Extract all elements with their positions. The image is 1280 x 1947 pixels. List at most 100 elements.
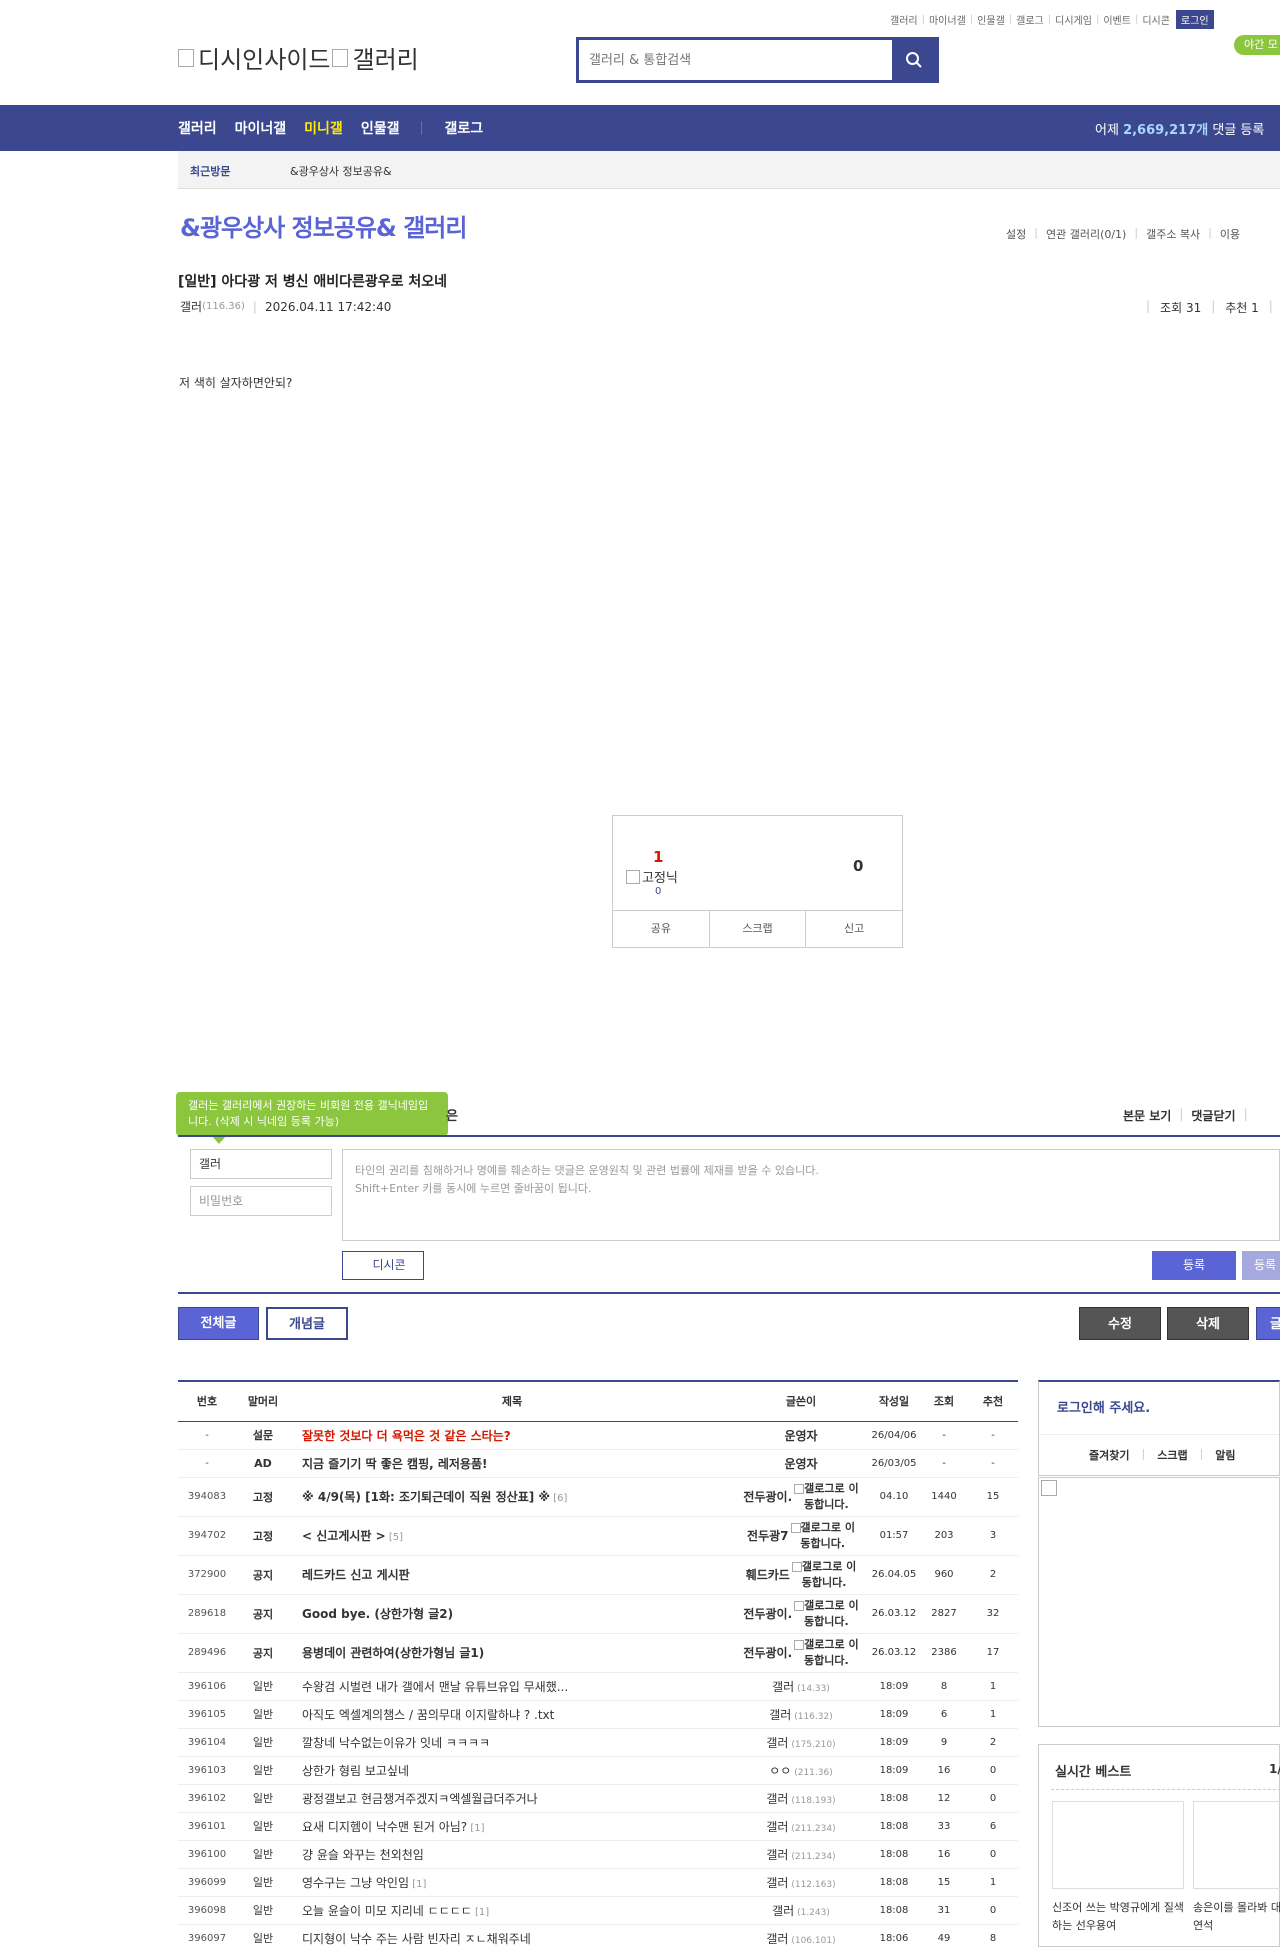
row-writer[interactable]: 갤러 (211.234) [734,1840,868,1869]
row-writer[interactable]: 전두광이. 갤로그로 이 동합니다. [734,1594,868,1634]
top-link-6[interactable]: 디시콘 [1142,12,1170,27]
gallog-link[interactable]: 갤로그로 이 동합니다. [794,1481,859,1513]
table-row[interactable]: 396103 일반 상한가 형림 보고싶네 ㅇㅇ (211.36) 18:09 16 0 [178,1756,1018,1785]
row-subject[interactable]: < 신고게시판 > [5] [290,1516,734,1556]
post-writer[interactable]: 갤러 [180,298,202,315]
best-caption-1[interactable]: 신조어 쓰는 박영규에게 질색하는 선우용여 [1052,1899,1184,1935]
row-subject[interactable]: 영수구는 그냥 악인임 [1] [290,1868,734,1897]
writer-nick[interactable]: 전두광이. [743,1605,792,1622]
row-subject[interactable]: 디지형이 낙수 주는 사람 빈자리 ㅈㄴ채워주네 [290,1924,734,1947]
writer-nick[interactable]: 갤러 [769,1708,791,1722]
nav-item-2[interactable]: 미니갤 [304,118,343,138]
logo[interactable]: 디시인사이드 갤러리 [178,40,419,75]
row-reply-count[interactable]: [5] [386,1532,403,1543]
row-reply-count[interactable]: [1] [409,1879,426,1890]
row-writer[interactable]: ㅇㅇ (211.36) [734,1756,868,1785]
night-mode-button[interactable]: 야간 모 [1234,35,1280,55]
row-reply-count[interactable]: [1] [472,1907,489,1918]
row-subject[interactable]: Good bye. (상한가형 글2) [290,1594,734,1634]
writer-nick[interactable]: 운영자 [784,1429,817,1443]
writer-nick[interactable]: 갤러 [766,1820,788,1834]
table-row[interactable]: 396097 일반 디지형이 낙수 주는 사람 빈자리 ㅈㄴ채워주네 갤러 (106.… [178,1924,1018,1947]
row-writer[interactable]: 운영자 [734,1421,868,1450]
table-row[interactable]: 289496 공지 용병데이 관련하여(상한가형님 글1) 전두광이. 갤로그로 이 동합… [178,1633,1018,1673]
writer-nick[interactable]: 운영자 [784,1457,817,1471]
view-body-link[interactable]: 본문 보기 [1123,1107,1171,1124]
gallery-link-2[interactable]: 갤주소 복사 [1146,226,1200,242]
tab-concept-posts[interactable]: 개념글 [266,1307,348,1340]
row-writer[interactable]: 전두광이. 갤로그로 이 동합니다. [734,1633,868,1673]
gallog-link[interactable]: 갤로그로 이 동합니다. [794,1637,859,1669]
row-subject[interactable]: 걍 윤슬 와꾸는 천외천임 [290,1840,734,1869]
tab-all-posts[interactable]: 전체글 [178,1307,259,1340]
row-subject[interactable]: 오늘 윤슬이 미모 지리네 ㄷㄷㄷㄷ [1] [290,1896,734,1925]
login-prompt[interactable]: 로그인해 주세요. [1057,1397,1150,1416]
dccon-button[interactable]: 디시콘 [342,1251,424,1280]
writer-nick[interactable]: 전두광이. [743,1488,792,1505]
writer-nick[interactable]: 갤러 [772,1680,794,1694]
writer-nick[interactable]: 갤러 [766,1848,788,1862]
row-writer[interactable]: 전두광7 갤로그로 이 동합니다. [734,1516,868,1556]
gallery-link-3[interactable]: 이용 [1220,226,1240,242]
row-subject[interactable]: 지금 즐기기 딱 좋은 캠핑, 레저용품! [290,1449,734,1478]
nav-item-0[interactable]: 갤러리 [178,118,217,138]
row-writer[interactable]: 갤러 (14.33) [734,1672,868,1701]
best-thumb-2[interactable] [1193,1801,1280,1889]
row-subject[interactable]: 요새 디지헴이 낙수맨 된거 아님? [1] [290,1812,734,1841]
favorites-link[interactable]: 즐겨찾기 [1089,1447,1129,1463]
comment-textarea[interactable]: 타인의 권리를 침해하거나 명예를 훼손하는 댓글은 운영원칙 및 관련 법률에… [342,1149,1280,1241]
row-writer[interactable]: 갤러 (112.163) [734,1868,868,1897]
row-subject[interactable]: 아직도 엑셀계의챔스 / 꿈의무대 이지랄하냐 ? .txt [290,1700,734,1729]
table-row[interactable]: 289618 공지 Good bye. (상한가형 글2) 전두광이. 갤로그로 이 동합… [178,1594,1018,1634]
row-subject[interactable]: 상한가 형림 보고싶네 [290,1756,734,1785]
writer-nick[interactable]: 전두광이. [743,1644,792,1661]
table-row[interactable]: 396101 일반 요새 디지헴이 낙수맨 된거 아님? [1] 갤러 (211.23… [178,1812,1018,1841]
writer-nick[interactable]: 갤러 [766,1876,788,1890]
nav-item-1[interactable]: 마이너갤 [235,118,287,138]
comment-password-field[interactable]: 비밀번호 [190,1186,332,1216]
best-thumb-1[interactable] [1052,1801,1184,1889]
best-caption-2[interactable]: 송은이를 몰라봐 대죄 한 유연석 [1193,1899,1280,1935]
gallery-link-0[interactable]: 설정 [1006,226,1026,242]
comment-submit-alt-button[interactable]: 등록 [1242,1251,1280,1280]
table-row[interactable]: 396100 일반 걍 윤슬 와꾸는 천외천임 갤러 (211.234) 18:08 16… [178,1840,1018,1869]
row-writer[interactable]: 갤러 (118.193) [734,1784,868,1813]
top-link-5[interactable]: 이벤트 [1103,12,1131,27]
ad-banner[interactable] [1038,1477,1280,1727]
table-row[interactable]: 372900 공지 레드카드 신고 게시판 훼드카드 갤로그로 이 동합니다. 26.04.… [178,1555,1018,1595]
writer-nick[interactable]: 갤러 [766,1932,788,1946]
table-row[interactable]: 394702 고정 < 신고게시판 > [5] 전두광7 갤로그로 이 동합니다. 01:5… [178,1516,1018,1556]
top-link-3[interactable]: 갤로그 [1016,12,1044,27]
gallery-link-1[interactable]: 연관 갤러리(0/1) [1046,226,1126,242]
top-link-2[interactable]: 인물갤 [977,12,1005,27]
recommend-action-1[interactable]: 스크랩 [710,911,807,947]
recommend-action-2[interactable]: 신고 [806,911,902,947]
recent-item[interactable]: &광우상사 정보공유& [290,163,392,179]
writer-nick[interactable]: 갤러 [766,1736,788,1750]
table-row[interactable]: 396105 일반 아직도 엑셀계의챔스 / 꿈의무대 이지랄하냐 ? .txt 갤러… [178,1700,1018,1729]
row-reply-count[interactable]: [1] [467,1823,484,1834]
top-link-1[interactable]: 마이너갤 [929,12,966,27]
writer-nick[interactable]: ㅇㅇ [769,1764,791,1778]
scrap-link[interactable]: 스크랩 [1157,1447,1187,1463]
row-writer[interactable]: 갤러 (106.101) [734,1924,868,1947]
top-link-0[interactable]: 갤러리 [890,12,918,27]
row-subject[interactable]: 광정갤보고 현금챙겨주겠지ㅋ엑셀월급더주거나 [290,1784,734,1813]
table-row[interactable]: 396106 일반 수왕검 시벌련 내가 갤에서 맨날 유튜브유입 무새했... 갤러… [178,1672,1018,1701]
row-subject[interactable]: 깔창네 낙수없는이유가 잇네 ㅋㅋㅋㅋ [290,1728,734,1757]
writer-nick[interactable]: 갤러 [772,1904,794,1918]
comment-name-field[interactable]: 갤러 [190,1149,332,1179]
alarm-link[interactable]: 알림 [1215,1447,1235,1463]
table-row[interactable]: 394083 고정 ※ 4/9(목) [1화: 조기퇴근데이 직원 정산표] ※ [… [178,1477,1018,1517]
nav-item-4[interactable]: 갤로그 [444,118,483,138]
writer-nick[interactable]: 훼드카드 [746,1566,790,1583]
row-writer[interactable]: 갤러 (1.243) [734,1896,868,1925]
gallog-link[interactable]: 갤로그로 이 동합니다. [790,1520,855,1552]
row-subject[interactable]: 수왕검 시벌련 내가 갤에서 맨날 유튜브유입 무새했... [290,1672,734,1701]
comment-submit-button[interactable]: 등록 [1152,1251,1236,1280]
row-subject[interactable]: 레드카드 신고 게시판 [290,1555,734,1595]
edit-button[interactable]: 수정 [1079,1307,1161,1340]
gallog-link[interactable]: 갤로그로 이 동합니다. [791,1559,856,1591]
row-subject[interactable]: 잘못한 것보다 더 욕먹은 것 같은 스타는? [290,1421,734,1450]
row-subject[interactable]: 용병데이 관련하여(상한가형님 글1) [290,1633,734,1673]
